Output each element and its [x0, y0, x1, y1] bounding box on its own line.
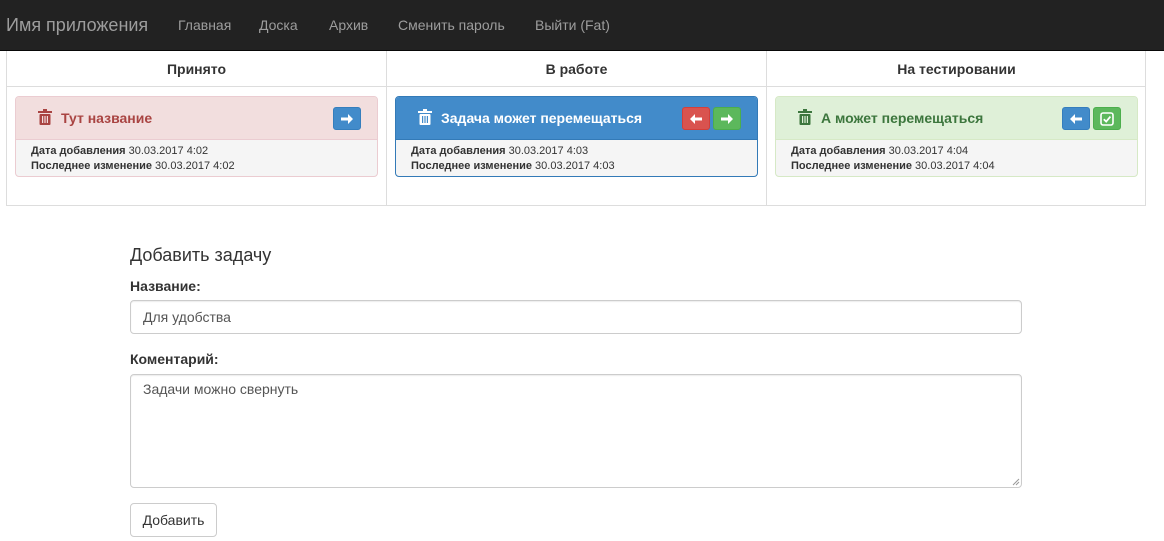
move-right-button[interactable] — [333, 107, 361, 130]
name-label: Название: — [130, 278, 201, 294]
added-label: Дата добавления — [791, 145, 886, 157]
move-left-button[interactable] — [682, 107, 710, 130]
column-header: На тестировании — [767, 51, 1146, 87]
added-date: 30.03.2017 4:03 — [508, 145, 589, 157]
form-title: Добавить задачу — [130, 245, 272, 265]
trash-icon[interactable] — [38, 109, 52, 125]
added-label: Дата добавления — [31, 145, 126, 157]
trash-icon[interactable] — [418, 109, 432, 125]
task-board: Принято Тут название Дата добавления 30.… — [6, 51, 1146, 206]
card-header: А может перемещаться — [776, 97, 1137, 140]
arrow-left-icon — [690, 113, 702, 124]
changed-label: Последнее изменение — [411, 160, 532, 172]
move-right-button[interactable] — [713, 107, 741, 130]
changed-label: Последнее изменение — [31, 160, 152, 172]
added-date: 30.03.2017 4:02 — [128, 145, 209, 157]
complete-button[interactable] — [1093, 107, 1121, 130]
column-testing: На тестировании А может перемещаться Дат… — [766, 51, 1146, 205]
arrow-left-icon — [1070, 113, 1082, 124]
task-card: Задача может перемещаться Дата добавлени… — [395, 96, 758, 177]
card-details: Дата добавления 30.03.2017 4:02 Последне… — [31, 144, 235, 174]
check-icon — [1100, 111, 1114, 126]
navbar: Имя приложения Главная Доска Архив Смени… — [0, 0, 1164, 51]
comment-textarea[interactable]: Задачи можно свернуть — [130, 374, 1022, 488]
resize-grip-icon[interactable] — [1010, 476, 1020, 486]
column-in-progress: В работе Задача может перемещаться Дата … — [386, 51, 766, 205]
changed-date: 30.03.2017 4:02 — [155, 160, 235, 172]
column-header: Принято — [7, 51, 386, 87]
card-details: Дата добавления 30.03.2017 4:03 Последне… — [411, 144, 615, 174]
comment-label: Коментарий: — [130, 351, 219, 367]
move-left-button[interactable] — [1062, 107, 1090, 130]
card-title[interactable]: Тут название — [61, 109, 152, 127]
trash-icon[interactable] — [798, 109, 812, 125]
task-card: Тут название Дата добавления 30.03.2017 … — [15, 96, 378, 177]
nav-link-archive[interactable]: Архив — [329, 16, 368, 34]
changed-date: 30.03.2017 4:04 — [915, 160, 995, 172]
name-input[interactable] — [130, 300, 1022, 334]
nav-link-home[interactable]: Главная — [178, 16, 231, 34]
card-title[interactable]: А может перемещаться — [821, 109, 983, 127]
card-title[interactable]: Задача может перемещаться — [441, 109, 642, 127]
added-label: Дата добавления — [411, 145, 506, 157]
card-details: Дата добавления 30.03.2017 4:04 Последне… — [791, 144, 995, 174]
card-header: Тут название — [16, 97, 377, 140]
card-header: Задача может перемещаться — [396, 97, 757, 140]
added-date: 30.03.2017 4:04 — [888, 145, 969, 157]
nav-link-board[interactable]: Доска — [259, 16, 298, 34]
app-brand[interactable]: Имя приложения — [6, 14, 148, 36]
column-header: В работе — [387, 51, 766, 87]
nav-link-change-password[interactable]: Сменить пароль — [398, 16, 505, 34]
changed-label: Последнее изменение — [791, 160, 912, 172]
task-card: А может перемещаться Дата добавления 30.… — [775, 96, 1138, 177]
arrow-right-icon — [721, 113, 733, 124]
column-accepted: Принято Тут название Дата добавления 30.… — [7, 51, 386, 205]
arrow-right-icon — [341, 113, 353, 124]
changed-date: 30.03.2017 4:03 — [535, 160, 615, 172]
nav-link-logout[interactable]: Выйти (Fat) — [535, 16, 610, 34]
add-task-button[interactable]: Добавить — [130, 503, 217, 537]
